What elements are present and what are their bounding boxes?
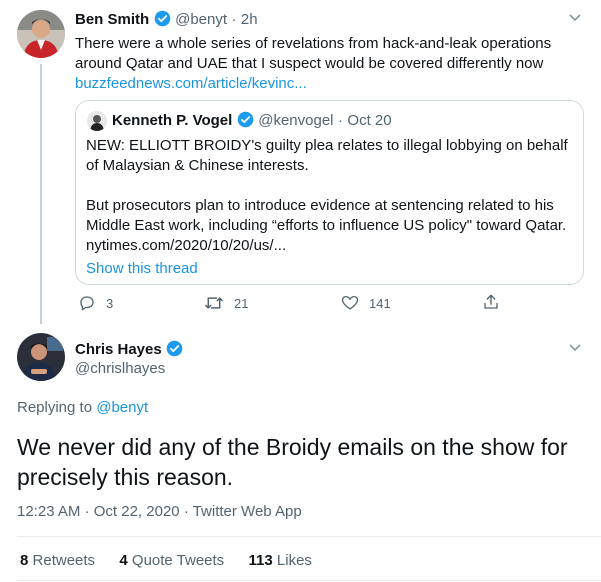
avatar-photo xyxy=(17,333,65,381)
avatar-photo xyxy=(17,10,65,58)
tweet-text-line: We never did any of the Broidy emails on… xyxy=(17,434,568,460)
author-name[interactable]: Ben Smith xyxy=(75,11,149,28)
verified-badge-icon xyxy=(237,111,254,133)
dot-separator: · xyxy=(183,503,189,520)
avatar-chris-hayes[interactable] xyxy=(17,333,65,381)
quote-text-line: But prosecutors plan to introduce eviden… xyxy=(86,197,554,214)
quoted-tweet-card[interactable]: Kenneth P. Vogel @kenvogel · Oct 20 NEW:… xyxy=(75,100,584,285)
quote-text-line: NEW: ELLIOTT BROIDY's guilty plea relate… xyxy=(86,137,568,154)
tweet-time[interactable]: 2h xyxy=(241,11,258,28)
tweet-meta: 12:23 AM · Oct 22, 2020 · Twitter Web Ap… xyxy=(17,503,302,520)
tweet1-body: There were a whole series of revelations… xyxy=(75,34,595,94)
author-handle[interactable]: @benyt xyxy=(175,11,227,28)
more-chevron-down-icon[interactable] xyxy=(568,10,582,29)
author-handle[interactable]: @chrislhayes xyxy=(75,360,165,377)
replying-to: Replying to @benyt xyxy=(17,399,148,416)
quote-date: Oct 20 xyxy=(347,112,392,129)
quote-author-name: Kenneth P. Vogel xyxy=(112,112,233,129)
avatar-kenneth-vogel xyxy=(87,111,107,131)
tweet-date[interactable]: Oct 22, 2020 xyxy=(94,503,180,520)
likes-stat[interactable]: 113 Likes xyxy=(249,552,312,569)
retweets-stat[interactable]: 8 Retweets xyxy=(20,552,95,569)
dot-separator: · xyxy=(231,11,237,28)
tweet-time[interactable]: 12:23 AM xyxy=(17,503,80,520)
verified-badge-icon xyxy=(166,340,183,362)
tweet1-header: Ben Smith @benyt · 2h xyxy=(75,10,258,32)
reply-icon xyxy=(80,296,94,311)
tweet-source[interactable]: Twitter Web App xyxy=(193,503,302,520)
reply-count: 3 xyxy=(106,295,114,311)
share-button[interactable] xyxy=(482,293,500,311)
dot-separator: · xyxy=(84,503,90,520)
tweet-text-line: around Qatar and UAE that I suspect woul… xyxy=(75,55,544,72)
tweet-text-line: There were a whole series of revelations… xyxy=(75,35,552,52)
author-name[interactable]: Chris Hayes xyxy=(75,341,162,358)
quote-text-line: of Malaysian & Chinese interests. xyxy=(86,157,309,174)
quote-text-line: Middle East work, including “efforts to … xyxy=(86,217,567,234)
thread-connector-line xyxy=(40,64,42,324)
retweet-button[interactable]: 21 xyxy=(204,294,248,312)
quote-body: NEW: ELLIOTT BROIDY's guilty plea relate… xyxy=(86,136,582,279)
quote-header: Kenneth P. Vogel @kenvogel · Oct 20 xyxy=(112,111,392,133)
heart-icon xyxy=(341,295,359,310)
quote-text-line: nytimes.com/2020/10/20/us/... xyxy=(86,237,287,254)
like-button[interactable]: 141 xyxy=(341,294,391,312)
retweet-count: 21 xyxy=(234,295,249,311)
quote-tweets-stat[interactable]: 4 Quote Tweets xyxy=(119,552,224,569)
show-thread-link[interactable]: Show this thread xyxy=(86,259,582,279)
divider xyxy=(17,536,601,537)
tweet2-body: We never did any of the Broidy emails on… xyxy=(17,432,597,492)
engagement-stats: 8 Retweets 4 Quote Tweets 113 Likes xyxy=(20,552,312,569)
tweet2-header: Chris Hayes xyxy=(75,340,183,362)
dot-separator: · xyxy=(337,112,343,129)
replying-to-label: Replying to xyxy=(17,399,93,416)
like-count: 141 xyxy=(369,295,391,311)
replying-to-handle-link[interactable]: @benyt xyxy=(96,399,148,416)
share-icon xyxy=(484,294,498,309)
tweet-text-line: precisely this reason. xyxy=(17,464,234,490)
verified-badge-icon xyxy=(154,10,171,32)
divider xyxy=(17,580,601,581)
more-chevron-down-icon[interactable] xyxy=(568,340,582,359)
retweet-icon xyxy=(205,297,223,309)
tweet-link[interactable]: buzzfeednews.com/article/kevinc... xyxy=(75,74,595,94)
avatar-ben-smith[interactable] xyxy=(17,10,65,58)
reply-button[interactable]: 3 xyxy=(78,294,113,312)
quote-author-handle: @kenvogel xyxy=(258,112,334,129)
